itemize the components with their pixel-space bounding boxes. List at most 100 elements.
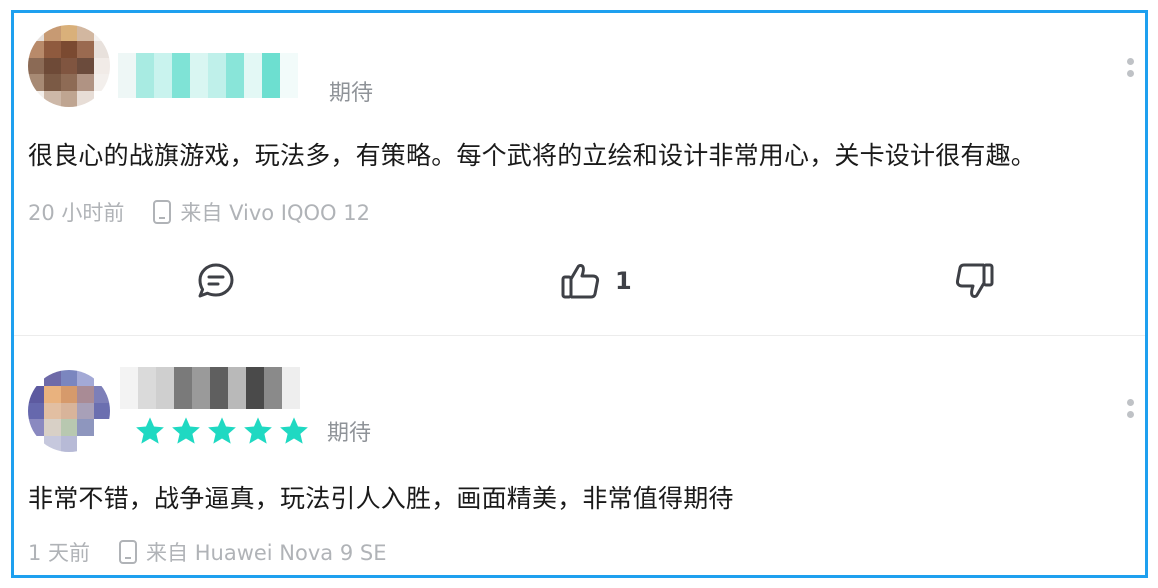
reply-button[interactable]	[194, 259, 238, 303]
divider	[14, 335, 1145, 336]
avatar-pixel	[60, 41, 78, 58]
avatar-pixel	[93, 402, 110, 420]
username-pixel	[264, 367, 282, 409]
review-meta: 1 天前 来自 Huawei Nova 9 SE	[28, 537, 386, 567]
username-pixel	[136, 53, 154, 98]
avatar-pixel	[77, 370, 94, 387]
avatar-pixel	[44, 402, 61, 420]
star-icon	[136, 417, 164, 444]
avatar-pixel	[93, 435, 110, 452]
username-pixel	[190, 53, 208, 98]
phone-icon	[119, 540, 138, 564]
avatar-pixel	[60, 57, 78, 75]
review-time: 20 小时前	[28, 201, 125, 225]
avatar-pixel	[44, 419, 61, 436]
username-pixel	[172, 53, 190, 98]
username-pixel	[156, 367, 174, 409]
avatar-pixel	[44, 90, 61, 107]
avatar-pixel	[93, 386, 110, 403]
username-pixel	[192, 367, 210, 409]
device-label: 来自 Huawei Nova 9 SE	[146, 541, 387, 565]
username-pixel	[210, 367, 228, 409]
avatar-pixel	[77, 435, 94, 452]
star-rating	[134, 415, 310, 447]
username-blurred[interactable]	[118, 53, 298, 98]
username-pixel	[174, 367, 192, 409]
username-pixel	[246, 367, 264, 409]
avatar-pixel	[28, 435, 45, 452]
avatar-pixel	[44, 370, 61, 387]
dislike-button[interactable]	[952, 259, 996, 303]
username-blurred[interactable]	[120, 367, 300, 409]
username-pixel	[154, 53, 172, 98]
username-pixel	[228, 367, 246, 409]
avatar-pixel	[44, 435, 61, 452]
avatar-pixel	[60, 435, 78, 452]
avatar-pixel	[77, 386, 94, 403]
avatar-pixel	[28, 386, 45, 403]
avatar-pixel	[28, 25, 45, 42]
username-pixel	[120, 367, 138, 409]
avatar-pixel	[60, 419, 78, 436]
avatar-pixel	[60, 386, 78, 403]
like-button[interactable]: 1	[559, 259, 632, 303]
review-card: 期待 很良心的战旗游戏，玩法多，有策略。每个武将的立绘和设计非常用心，关卡设计很…	[14, 13, 1145, 335]
avatar-pixel	[60, 90, 78, 107]
review-card: 期待 非常不错，战争逼真，玩法引人入胜，画面精美，非常值得期待 1 天前 来自 …	[14, 337, 1145, 575]
avatar-pixel	[60, 25, 78, 42]
review-meta: 20 小时前 来自 Vivo IQOO 12	[28, 197, 370, 227]
avatar-pixel	[28, 90, 45, 107]
star-icon	[208, 417, 236, 444]
review-text: 非常不错，战争逼真，玩法引人入胜，画面精美，非常值得期待	[28, 484, 734, 513]
username-pixel	[280, 53, 298, 98]
avatar-pixel	[28, 41, 45, 58]
username-pixel	[262, 53, 280, 98]
avatar-pixel	[44, 25, 61, 42]
avatar-pixel	[28, 419, 45, 436]
review-list: 期待 很良心的战旗游戏，玩法多，有策略。每个武将的立绘和设计非常用心，关卡设计很…	[11, 10, 1148, 578]
username-pixel	[282, 367, 300, 409]
like-count: 1	[615, 267, 632, 295]
avatar-pixel	[44, 41, 61, 58]
avatar-pixel	[44, 57, 61, 75]
star-icon	[172, 417, 200, 444]
username-pixel	[226, 53, 244, 98]
username-pixel	[244, 53, 262, 98]
chat-bubble-icon	[198, 263, 234, 298]
username-pixel	[138, 367, 156, 409]
avatar-pixel	[28, 74, 45, 91]
rating-label: 期待	[329, 81, 374, 106]
avatar-pixel	[44, 386, 61, 403]
avatar-pixel	[77, 90, 94, 107]
avatar-pixel	[93, 25, 110, 42]
avatar-pixel	[77, 419, 94, 436]
avatar-pixel	[77, 57, 94, 75]
avatar-pixel	[60, 74, 78, 91]
avatar-pixel	[93, 74, 110, 91]
avatar-pixel	[44, 74, 61, 91]
avatar-pixel	[77, 74, 94, 91]
review-actions: 1	[14, 259, 1145, 303]
review-text: 很良心的战旗游戏，玩法多，有策略。每个武将的立绘和设计非常用心，关卡设计很有趣。	[28, 141, 1037, 170]
avatar[interactable]	[28, 370, 110, 452]
avatar-pixel	[28, 370, 45, 387]
avatar-pixel	[93, 370, 110, 387]
more-vertical-icon[interactable]	[1127, 399, 1137, 423]
thumbs-down-icon	[955, 263, 994, 298]
avatar-pixel	[93, 419, 110, 436]
username-pixel	[208, 53, 226, 98]
avatar-pixel	[93, 90, 110, 107]
star-icon	[280, 417, 308, 444]
username-pixel	[118, 53, 136, 98]
avatar[interactable]	[28, 25, 110, 107]
avatar-pixel	[77, 402, 94, 420]
avatar-pixel	[77, 41, 94, 58]
device-label: 来自 Vivo IQOO 12	[180, 201, 370, 225]
more-vertical-icon[interactable]	[1127, 58, 1137, 82]
avatar-pixel	[60, 370, 78, 387]
avatar-pixel	[93, 41, 110, 58]
phone-icon	[153, 200, 172, 224]
star-icon	[244, 417, 272, 444]
rating-label: 期待	[327, 421, 372, 446]
avatar-pixel	[93, 57, 110, 75]
